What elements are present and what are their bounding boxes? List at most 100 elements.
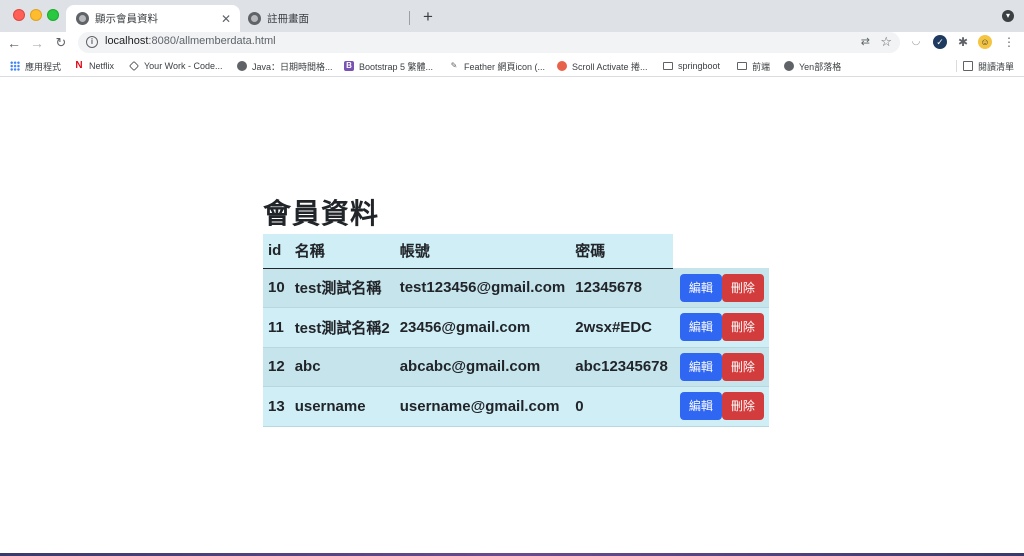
- bookmark-label: 應用程式: [25, 61, 62, 72]
- tab-title: 註冊畫面: [267, 13, 309, 25]
- column-header-password: 密碼: [570, 234, 673, 269]
- table-header-row: id 名稱 帳號 密碼: [263, 234, 769, 269]
- new-tab-button[interactable]: +: [420, 7, 436, 27]
- close-tab-icon[interactable]: ✕: [218, 12, 234, 26]
- codepen-icon: [129, 61, 139, 71]
- globe-icon: [784, 61, 794, 71]
- bookmark-label: Your Work - Code...: [144, 61, 223, 71]
- folder-icon: [663, 62, 673, 70]
- address-bar[interactable]: i localhost:8080/allmemberdata.html ⇄ ☆: [78, 32, 900, 53]
- extensions-puzzle-icon[interactable]: ✱: [956, 35, 970, 49]
- page-title: 會員資料: [263, 198, 380, 229]
- close-window-button[interactable]: [13, 9, 25, 21]
- cell-account: username@gmail.com: [394, 386, 571, 427]
- forward-button[interactable]: →: [29, 34, 45, 52]
- column-header-actions: [672, 234, 769, 268]
- extension-icon[interactable]: ◡: [909, 35, 923, 49]
- bookmark-codepen[interactable]: Your Work - Code...: [129, 59, 223, 73]
- cell-password: 2wsx#EDC: [570, 307, 673, 348]
- tab-search-icon[interactable]: ▾: [1002, 10, 1014, 22]
- cell-account: 23456@gmail.com: [394, 307, 571, 348]
- cell-id: 13: [263, 386, 290, 427]
- url-path: :8080/allmemberdata.html: [148, 35, 276, 47]
- cell-password: 0: [570, 386, 673, 427]
- bootstrap-icon: B: [344, 61, 354, 71]
- bookmarks-bar: 應用程式 N Netflix Your Work - Code... Java：…: [0, 55, 1024, 77]
- column-header-account: 帳號: [394, 234, 571, 269]
- cell-password: 12345678: [570, 268, 673, 308]
- tab-register[interactable]: 註冊畫面: [240, 5, 412, 32]
- bookmark-bootstrap[interactable]: B Bootstrap 5 繁體...: [344, 59, 433, 73]
- table-row: 11 test測試名稱2 23456@gmail.com 2wsx#EDC 編輯…: [263, 307, 769, 348]
- delete-button[interactable]: 刪除: [721, 392, 764, 421]
- bookmark-label: Scroll Activate 捲...: [572, 61, 648, 72]
- url-host: localhost: [105, 35, 149, 47]
- bookmarks-divider: [956, 60, 957, 72]
- bookmark-scroll-activate[interactable]: Scroll Activate 捲...: [557, 59, 648, 73]
- tab-member-data[interactable]: 顯示會員資料 ✕: [66, 5, 240, 32]
- minimize-window-button[interactable]: [30, 9, 42, 21]
- cell-actions: 編輯 刪除: [672, 347, 769, 387]
- bookmark-yen-blog[interactable]: Yen部落格: [784, 59, 841, 73]
- column-header-name: 名稱: [289, 234, 395, 269]
- url-text[interactable]: localhost:8080/allmemberdata.html: [105, 35, 276, 47]
- apps-grid-icon: [10, 61, 20, 71]
- delete-button[interactable]: 刪除: [721, 352, 764, 381]
- browser-tab-strip: 顯示會員資料 ✕ 註冊畫面 + ▾: [0, 0, 1024, 32]
- cell-name: test測試名稱: [289, 268, 395, 308]
- column-header-id: id: [263, 234, 290, 269]
- browser-toolbar: ← → ↻ i localhost:8080/allmemberdata.htm…: [0, 32, 1024, 54]
- bookmark-folder-springboot[interactable]: springboot: [663, 59, 720, 73]
- cell-actions: 編輯 刪除: [672, 268, 769, 308]
- table-row: 10 test測試名稱 test123456@gmail.com 1234567…: [263, 268, 769, 308]
- tab-title: 顯示會員資料: [95, 13, 158, 25]
- extension-check-icon[interactable]: ✓: [933, 35, 947, 49]
- profile-avatar[interactable]: ☺: [978, 35, 992, 49]
- cell-actions: 編輯 刪除: [672, 307, 769, 348]
- bookmark-label: Java：日期時間格...: [252, 61, 333, 72]
- netflix-icon: N: [75, 60, 83, 71]
- bookmark-label: Bootstrap 5 繁體...: [359, 61, 434, 72]
- delete-button[interactable]: 刪除: [721, 313, 764, 342]
- back-button[interactable]: ←: [6, 34, 22, 52]
- edit-button[interactable]: 編輯: [679, 352, 722, 381]
- cell-id: 11: [263, 307, 290, 348]
- edit-button[interactable]: 編輯: [679, 313, 722, 342]
- member-table: id 名稱 帳號 密碼 10 test測試名稱 test123456@gmail…: [263, 234, 769, 427]
- reading-list-button[interactable]: 閱讀清單: [963, 59, 1014, 73]
- site-info-icon[interactable]: i: [86, 36, 98, 48]
- bookmark-folder-frontend[interactable]: 前端: [737, 59, 770, 73]
- maximize-window-button[interactable]: [47, 9, 59, 21]
- feather-icon: ✎: [450, 61, 458, 70]
- bookmark-netflix[interactable]: N Netflix: [74, 59, 114, 73]
- cell-account: abcabc@gmail.com: [394, 347, 571, 387]
- cell-id: 12: [263, 347, 290, 387]
- cell-name: test測試名稱2: [289, 307, 395, 348]
- edit-button[interactable]: 編輯: [679, 392, 722, 421]
- cell-actions: 編輯 刪除: [672, 386, 769, 427]
- reload-button[interactable]: ↻: [53, 34, 69, 52]
- globe-icon: [76, 12, 89, 25]
- folder-icon: [737, 62, 747, 70]
- bookmark-label: springboot: [678, 61, 721, 71]
- bookmark-apps[interactable]: 應用程式: [10, 59, 61, 73]
- cell-password: abc12345678: [570, 347, 673, 387]
- bookmark-label: Yen部落格: [799, 61, 842, 72]
- reading-list-label: 閱讀清單: [978, 61, 1015, 72]
- globe-icon: [237, 61, 247, 71]
- translate-icon[interactable]: ⇄: [861, 35, 870, 48]
- table-row: 12 abc abcabc@gmail.com abc12345678 編輯 刪除: [263, 347, 769, 387]
- edit-button[interactable]: 編輯: [679, 273, 722, 302]
- tab-divider: [409, 11, 410, 25]
- bookmark-java[interactable]: Java：日期時間格...: [237, 59, 333, 73]
- bookmark-label: 前端: [752, 61, 771, 72]
- bookmark-feather[interactable]: ✎ Feather 網頁icon (...: [449, 59, 545, 73]
- browser-menu-icon[interactable]: ⋮: [1002, 35, 1016, 49]
- bookmark-label: Feather 網頁icon (...: [464, 61, 546, 72]
- bookmark-star-icon[interactable]: ☆: [880, 34, 892, 50]
- bookmark-label: Netflix: [89, 61, 115, 71]
- reading-list-icon: [963, 61, 973, 71]
- delete-button[interactable]: 刪除: [721, 273, 764, 302]
- globe-icon: [248, 12, 261, 25]
- cell-name: username: [289, 386, 395, 427]
